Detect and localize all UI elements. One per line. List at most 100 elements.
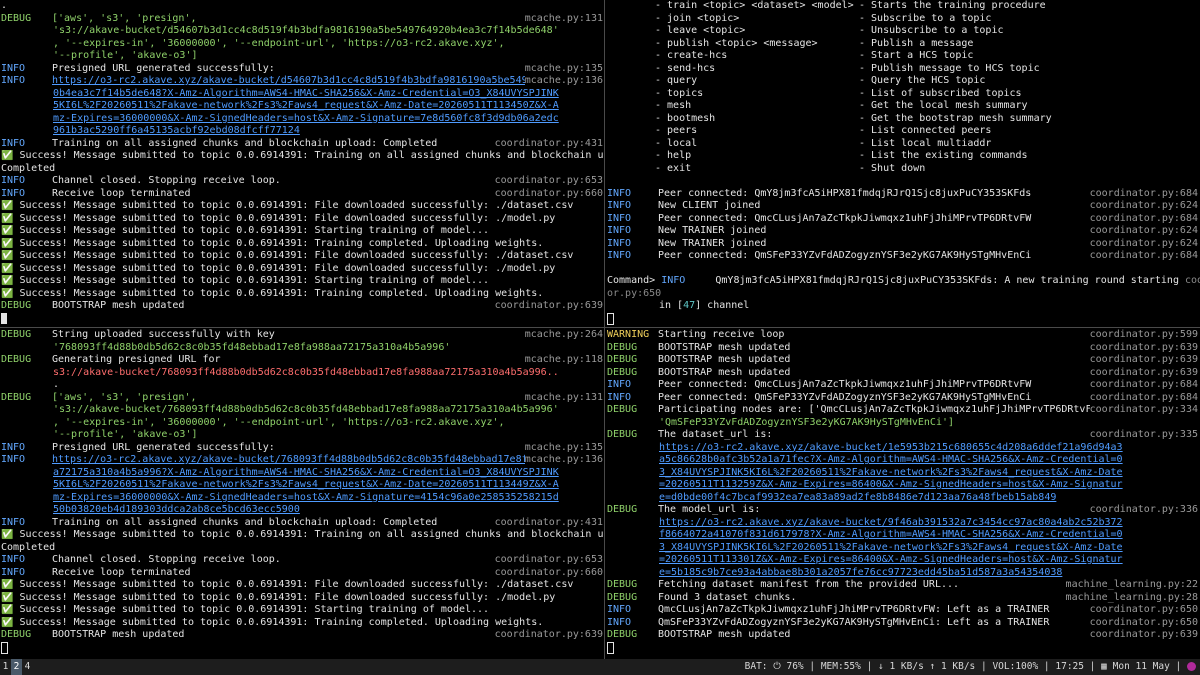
help-description: - Starts the training procedure [859,0,1046,11]
log-line: DEBUG BOOTSTRAP mesh updated coordinator.p… [1,300,605,313]
terminal-cursor [607,641,614,654]
workspace-switcher: 124 [0,659,33,675]
log-link[interactable]: 0b4ea3c7f14b5de648?X-Amz-Algorithm=AWS4-… [1,88,559,99]
log-source: coordinator.py:624 [1089,237,1198,250]
help-command: - train <topic> <dataset> <model> [655,0,854,11]
help-line: - bootmesh - Get the bootstrap mesh summa… [607,113,1200,126]
log-link[interactable]: https://o3-rc2.akave.xyz/akave-bucket/9f… [607,517,1123,528]
log-link[interactable]: 5KI6L%2F20260511%2Fakave-network%2Fs3%2F… [1,100,559,111]
log-message: ✅ Success! Message submitted to topic 0.… [1,225,490,236]
log-message: Completed [1,541,56,553]
log-message: Peer connected: QmcCLusjAn7aZcTkpkJiwmqx… [658,212,1032,224]
workspace-4[interactable]: 4 [22,659,33,675]
prompt-line[interactable] [607,312,1200,326]
help-line: - query - Query the HCS topic [607,75,1200,88]
log-source: coordinator.py:639 [1089,354,1198,367]
command-prompt-line[interactable]: Command> INFO QmY8jm3fcA5iHPX81fmdqjRJrQ… [607,275,1200,288]
log-message: Found 3 dataset chunks. [658,591,797,603]
pane-divider-horizontal[interactable] [0,327,1200,328]
log-line: 5KI6L%2F20260511%2Fakave-network%2Fs3%2F… [1,479,605,492]
log-level: DEBUG [607,629,638,640]
log-line: ✅ Success! Message submitted to topic 0.… [1,579,605,592]
workspace-2[interactable]: 2 [11,659,22,675]
help-command: - topics [655,87,704,99]
log-link[interactable]: 5KI6L%2F20260511%2Fakave-network%2Fs3%2F… [1,479,559,490]
log-source: mcache.py:264 [524,329,603,342]
log-line: a5c86628b0afc3b52a1a71fec?X-Amz-Algorith… [607,454,1200,467]
log-line: DEBUG String uploaded successfully with k… [1,329,605,342]
log-source: mcache.py:136 [524,454,603,467]
pane-top-right[interactable]: - train <topic> <dataset> <model> - Start… [606,0,1200,326]
log-message: Channel closed. Stopping receive loop. [52,554,281,565]
log-link[interactable]: 3_X84UVYSPJINK5KI6L%2F20260511%2Fakave-n… [607,467,1123,478]
help-line: - help - List the existing commands [607,150,1200,163]
log-message: ✅ Success! Message submitted to topic 0.… [1,287,544,299]
help-line: - local - List local multiaddr [607,138,1200,151]
log-link[interactable]: https://o3-rc2.akave.xyz/akave-bucket/1e… [607,442,1123,453]
log-message: Presigned URL generated successfully: [52,441,275,453]
log-source: coordinator.py:650 [1089,616,1198,629]
help-description: - Subscribe to a topic [859,12,992,24]
log-line: INFO https://o3-rc2.akave.xyz/akave-bucke… [1,454,605,467]
pane-divider-vertical[interactable] [604,0,605,659]
pane-top-left[interactable]: . DEBUG ['aws', 's3', 'presign', mcache.py:… [0,0,605,326]
volume-status[interactable]: VOL:100% [992,661,1038,672]
help-command: - leave <topic> [655,25,746,36]
log-link[interactable]: a5c86628b0afc3b52a1a71fec?X-Amz-Algorith… [607,454,1123,465]
log-link[interactable]: =20260511T113301Z&X-Amz-Expires=86400&X-… [607,554,1123,565]
log-link[interactable]: a72175a310a4b5a996?X-Amz-Algorithm=AWS4-… [1,467,559,478]
log-line: e=d0bde00f4c7bcaf9932ea7ea83a89ad2fe8b84… [607,492,1200,505]
log-link[interactable]: https://o3-rc2.akave.xyz/akave-bucket/d5… [52,75,558,86]
pane-bottom-left[interactable]: DEBUG String uploaded successfully with k… [0,329,605,659]
log-source: coordinator.py:653 [494,554,603,567]
log-link[interactable]: 50b03820eb4d189303ddca2ab8ce5bcd63ecc590… [1,504,300,515]
log-line: DEBUG BOOTSTRAP mesh updated coordinator.p… [607,354,1200,367]
log-message: ✅ Success! Message submitted to topic 0.… [1,237,544,249]
log-line: ✅ Success! Message submitted to topic 0.… [1,225,605,238]
help-command: - join <topic> [655,12,740,24]
log-link[interactable]: =20260511T113259Z&X-Amz-Expires=86400&X-… [607,479,1123,490]
log-link[interactable]: 961b3ac5290ff6a45135acbf92ebd08dfcff7712… [1,125,300,136]
log-link[interactable]: e=d0bde00f4c7bcaf9932ea7ea83a89ad2fe8b84… [607,492,1056,503]
log-level: INFO [607,616,632,628]
pane-bottom-right[interactable]: WARNING Starting receive loop coordinator.… [606,329,1200,659]
log-message: '--profile', 'akave-o3'] [53,50,198,61]
log-line: INFO Presigned URL generated successfully… [1,441,605,454]
log-level: INFO [661,275,686,286]
log-line: DEBUG Generating presigned URL for mcache.… [1,354,605,367]
log-source: coordinator.py:335 [1089,429,1198,442]
prompt-line[interactable] [607,641,1200,655]
log-link[interactable]: https://o3-rc2.akave.xyz/akave-bucket/76… [52,454,558,465]
log-message: The dataset_url is: [658,429,773,440]
log-line: ✅ Success! Message submitted to topic 0.… [1,288,605,301]
prompt-line[interactable] [1,312,605,326]
prompt-line[interactable] [1,641,605,655]
log-source: coordinator.py:336 [1089,504,1198,517]
log-link[interactable]: f8664072a41070f831d617978?X-Amz-Algorith… [607,529,1123,540]
terminal-cursor [1,641,8,654]
log-link[interactable]: mz-Expires=36000000&X-Amz-SignedHeaders=… [1,113,559,124]
log-message: Generating presigned URL for [52,354,221,365]
log-link[interactable]: mz-Expires=36000000&X-Amz-SignedHeaders=… [1,492,559,503]
help-line: - publish <topic> <message> - Publish a m… [607,38,1200,51]
log-message: ✅ Success! Message submitted to topic 0.… [1,275,490,286]
workspace-1[interactable]: 1 [0,659,11,675]
terminal-cursor [607,312,614,325]
battery-status: BAT: ⏻ 76% [744,661,804,672]
log-message: , '--expires-in', '36000000', '--endpoin… [53,416,505,428]
log-message: ✅ Success! Message submitted to topic 0.… [1,262,556,274]
log-line: Completed [1,542,605,555]
log-line: DEBUG Found 3 dataset chunks. machine_lear… [607,591,1200,604]
log-source: coordinator.py:431 [494,137,603,150]
log-line: INFO Receive loop terminated coordinator.p… [1,566,605,579]
log-level: INFO [1,516,26,528]
log-level: DEBUG [1,329,32,340]
log-line: ✅ Success! Message submitted to topic 0.… [1,529,605,542]
help-command: - send-hcs [655,62,716,74]
tray-app-icon[interactable] [1187,662,1196,671]
log-message: ✅ Success! Message submitted to topic 0.… [1,591,556,603]
log-link[interactable]: e=5b185c9b7ce93a4abbae8b301a2057fe76cc97… [607,567,1062,578]
log-link[interactable]: 3_X84UVYSPJINK5KI6L%2F20260511%2Fakave-n… [607,542,1123,553]
